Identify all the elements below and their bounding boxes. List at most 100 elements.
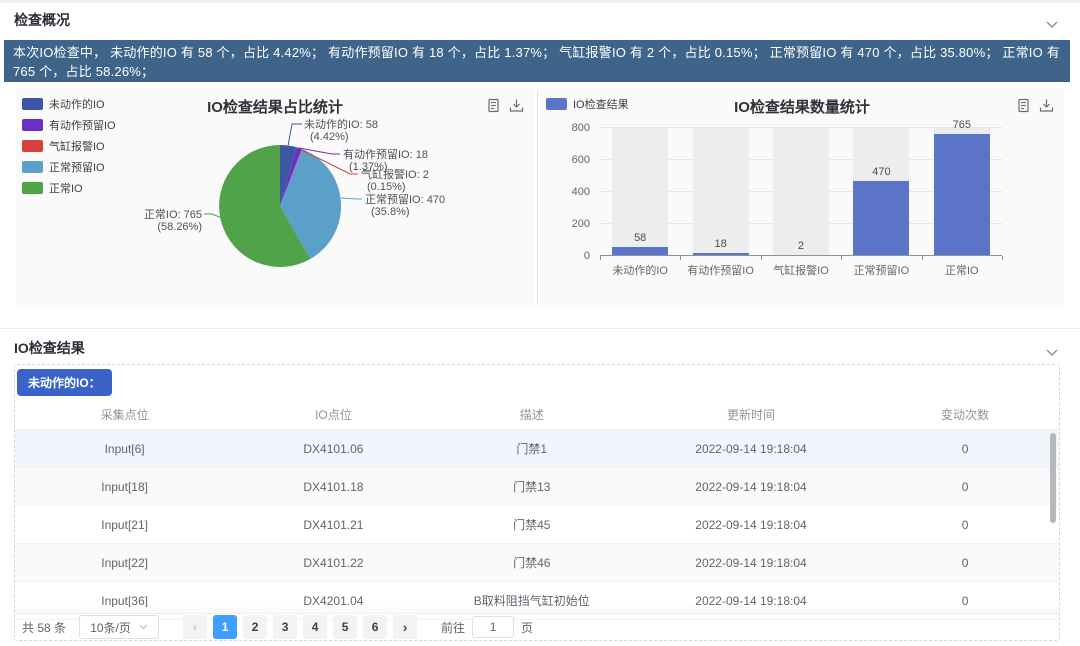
bar-plot-area: 58未动作的IO18有动作预留IO2气缸报警IO470正常预留IO765正常IO [600, 128, 1002, 256]
table-cell: 门禁45 [433, 506, 631, 544]
download-image-icon[interactable] [509, 98, 524, 113]
legend-item[interactable]: 气缸报警IO [22, 138, 116, 154]
page-button-1[interactable]: 1 [213, 615, 237, 639]
x-axis-label: 正常预留IO [841, 262, 921, 278]
x-axis-label: 有动作预留IO [680, 262, 760, 278]
pie-label: 有动作预留IO: 18 [343, 147, 428, 161]
data-view-icon[interactable] [486, 98, 501, 113]
io-results-container: 未动作的IO： 采集点位 IO点位 描述 更新时间 变动次数 Input[6]D… [14, 364, 1060, 641]
legend-item[interactable]: 有动作预留IO [22, 117, 116, 133]
goto-suffix: 页 [521, 619, 533, 636]
legend-label: 气缸报警IO [49, 138, 105, 154]
table-header-row: 采集点位 IO点位 描述 更新时间 变动次数 [15, 399, 1059, 430]
io-results-table: 采集点位 IO点位 描述 更新时间 变动次数 Input[6]DX4101.06… [15, 399, 1059, 620]
table-cell: Input[6] [15, 430, 234, 468]
legend-item[interactable]: 未动作的IO [22, 96, 116, 112]
pie-toolbox [486, 98, 524, 113]
table-cell: Input[18] [15, 468, 234, 506]
chevron-down-icon [139, 624, 148, 630]
table-row[interactable]: Input[22]DX4101.22门禁462022-09-14 19:18:0… [15, 544, 1059, 582]
column-header: IO点位 [234, 399, 432, 430]
overview-section-title: 检查概况 [14, 10, 70, 30]
bar[interactable] [853, 181, 909, 256]
x-axis-label: 未动作的IO [600, 262, 680, 278]
axis-tick [841, 256, 842, 260]
page-size-select[interactable]: 10条/页 [79, 615, 159, 639]
table-cell: 2022-09-14 19:18:04 [631, 506, 871, 544]
page-button-6[interactable]: 6 [363, 615, 387, 639]
y-axis-label: 400 [540, 186, 590, 198]
legend-item[interactable]: 正常IO [22, 180, 116, 196]
pie-chart-card: 未动作的IO 有动作预留IO 气缸报警IO 正常预留IO 正常IO IO检查结果… [16, 88, 534, 308]
table-cell: 0 [871, 430, 1059, 468]
section-divider [0, 328, 1080, 329]
table-cell: 门禁13 [433, 468, 631, 506]
group-badge: 未动作的IO： [17, 369, 112, 396]
download-image-icon[interactable] [1039, 98, 1054, 113]
legend-swatch [546, 98, 567, 110]
page-button-5[interactable]: 5 [333, 615, 357, 639]
legend-swatch [22, 161, 43, 173]
table-cell: 0 [871, 468, 1059, 506]
x-axis-label: 气缸报警IO [761, 262, 841, 278]
table-cell: 2022-09-14 19:18:04 [631, 468, 871, 506]
pie-label-percent: (58.26%) [157, 221, 202, 233]
overview-collapse-chevron-icon[interactable] [1046, 16, 1058, 34]
pie-label-percent: (35.8%) [371, 206, 410, 218]
axis-tick [680, 256, 681, 260]
legend-label: 未动作的IO [49, 96, 105, 112]
page-size-value: 10条/页 [90, 619, 131, 636]
column-header: 描述 [433, 399, 631, 430]
bar-value-label: 58 [600, 232, 680, 244]
x-axis-line [600, 255, 1002, 256]
page-button-3[interactable]: 3 [273, 615, 297, 639]
goto-label: 前往 [441, 619, 465, 636]
pie-label: 未动作的IO: 58 [304, 117, 378, 131]
table-row[interactable]: Input[6]DX4101.06门禁12022-09-14 19:18:040 [15, 430, 1059, 468]
table-cell: 门禁1 [433, 430, 631, 468]
bar-value-label: 18 [680, 238, 760, 250]
table-cell: DX4101.18 [234, 468, 432, 506]
legend-label: IO检查结果 [573, 96, 629, 112]
pager: ‹123456› [183, 615, 417, 639]
legend-swatch [22, 182, 43, 194]
prev-page-button[interactable]: ‹ [183, 615, 207, 639]
table-cell: DX4101.22 [234, 544, 432, 582]
pie-label: 正常IO: 765 [144, 208, 202, 221]
legend-item[interactable]: 正常预留IO [22, 159, 116, 175]
table-cell: 2022-09-14 19:18:04 [631, 430, 871, 468]
page-button-2[interactable]: 2 [243, 615, 267, 639]
table-scrollbar[interactable] [1050, 433, 1056, 523]
table-cell: DX4101.21 [234, 506, 432, 544]
pie-legend: 未动作的IO 有动作预留IO 气缸报警IO 正常预留IO 正常IO [22, 96, 116, 201]
bar-toolbox [1016, 98, 1054, 113]
total-count: 共 58 条 [22, 619, 66, 636]
table-cell: 门禁46 [433, 544, 631, 582]
table-row[interactable]: Input[18]DX4101.18门禁132022-09-14 19:18:0… [15, 468, 1059, 506]
top-strip [0, 0, 1080, 3]
table-cell: 2022-09-14 19:18:04 [631, 544, 871, 582]
goto-page-input[interactable] [472, 616, 514, 638]
bar-chart-card: IO检查结果 IO检查结果数量统计 58未动作的IO18有动作预留IO2气缸报警… [540, 88, 1064, 308]
table-row[interactable]: Input[21]DX4101.21门禁452022-09-14 19:18:0… [15, 506, 1059, 544]
next-page-button[interactable]: › [393, 615, 417, 639]
pie-label-line [288, 124, 302, 146]
table-cell: Input[22] [15, 544, 234, 582]
legend-label: 有动作预留IO [49, 117, 116, 133]
summary-banner: 本次IO检查中， 未动作的IO 有 58 个，占比 4.42%； 有动作预留IO… [4, 40, 1070, 82]
axis-tick [1002, 256, 1003, 260]
bar-legend[interactable]: IO检查结果 [546, 96, 629, 112]
io-results-section-title: IO检查结果 [14, 338, 85, 358]
column-header: 更新时间 [631, 399, 871, 430]
y-axis-label: 0 [540, 250, 590, 262]
pie-label-percent: (4.42%) [310, 131, 349, 143]
bar-value-label: 2 [761, 240, 841, 252]
page-button-4[interactable]: 4 [303, 615, 327, 639]
bar[interactable] [934, 134, 990, 256]
table-cell: DX4101.06 [234, 430, 432, 468]
io-results-collapse-chevron-icon[interactable] [1046, 344, 1058, 362]
bar-background-band [693, 128, 749, 256]
data-view-icon[interactable] [1016, 98, 1031, 113]
table-cell: 0 [871, 544, 1059, 582]
table-cell: Input[21] [15, 506, 234, 544]
